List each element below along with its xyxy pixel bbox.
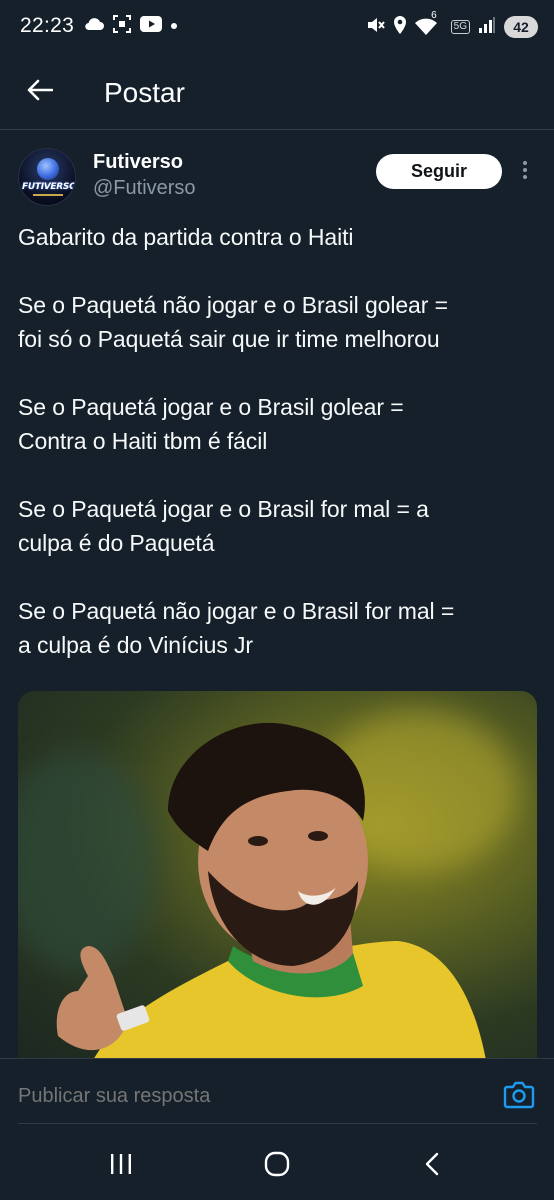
player-photo [56,722,488,1071]
recents-button[interactable] [101,1146,141,1186]
post-text: Gabarito da partida contra o Haiti Se o … [18,220,538,662]
home-icon [264,1151,290,1182]
nav-back-button[interactable] [412,1146,452,1186]
system-nav-bar [0,1130,554,1200]
post-line: Gabarito da partida contra o Haiti [18,224,354,250]
status-time: 22:23 [20,14,75,37]
soccer-ball-icon [37,158,59,180]
reply-input[interactable] [18,1085,458,1108]
header: Postar [0,54,554,130]
dot-icon [170,17,178,35]
screenshot-icon [112,14,132,39]
mute-icon [365,15,385,40]
youtube-icon [140,15,162,37]
post-line-spacer [18,356,538,390]
home-button[interactable] [257,1146,297,1186]
post-line: foi só o Paquetá sair que ir time melhor… [18,326,440,352]
back-icon [424,1152,440,1181]
screen: 22:23 6 5G 42 Postar FUTIVERSO Futiverso… [0,0,554,1200]
location-icon [393,15,407,40]
camera-button[interactable] [503,1081,535,1111]
post-image[interactable] [18,691,537,1071]
wifi-icon: 6 [415,10,443,36]
post-line: Se o Paquetá não jogar e o Brasil for ma… [18,598,455,624]
more-vertical-icon [522,160,528,185]
author-handle[interactable]: @Futiverso [93,177,196,200]
arrow-left-icon [27,79,54,106]
camera-icon [503,1081,535,1113]
recents-icon [109,1153,133,1180]
page-title: Postar [104,77,185,108]
cloud-icon [84,17,104,36]
battery-indicator: 42 [504,16,538,38]
post-line: Se o Paquetá jogar e o Brasil for mal = … [18,496,429,522]
post-line-spacer [18,560,538,594]
post-line: culpa é do Paquetá [18,530,215,556]
post-line: Se o Paquetá não jogar e o Brasil golear… [18,292,448,318]
follow-button[interactable]: Seguir [376,154,502,189]
author-name[interactable]: Futiverso [93,151,183,174]
post-line-spacer [18,458,538,492]
post-line: Contra o Haiti tbm é fácil [18,428,268,454]
back-button[interactable] [22,74,58,110]
status-bar: 22:23 6 5G 42 [0,0,554,54]
wifi-generation: 6 [431,10,437,21]
post-line-spacer [18,254,538,288]
more-options-button[interactable] [512,156,538,188]
avatar-stripe [33,194,63,196]
network-5g-icon: 5G [450,20,470,34]
avatar-logo-text: FUTIVERSO [22,182,76,192]
post-line: Se o Paquetá jogar e o Brasil golear = [18,394,404,420]
reply-bar [0,1058,554,1130]
reply-divider [18,1123,537,1124]
post-line: a culpa é do Vinícius Jr [18,632,253,658]
status-left-icons [84,14,178,38]
avatar[interactable]: FUTIVERSO [18,148,76,206]
signal-icon [478,16,496,39]
status-right-icons: 6 5G 42 [365,10,538,40]
